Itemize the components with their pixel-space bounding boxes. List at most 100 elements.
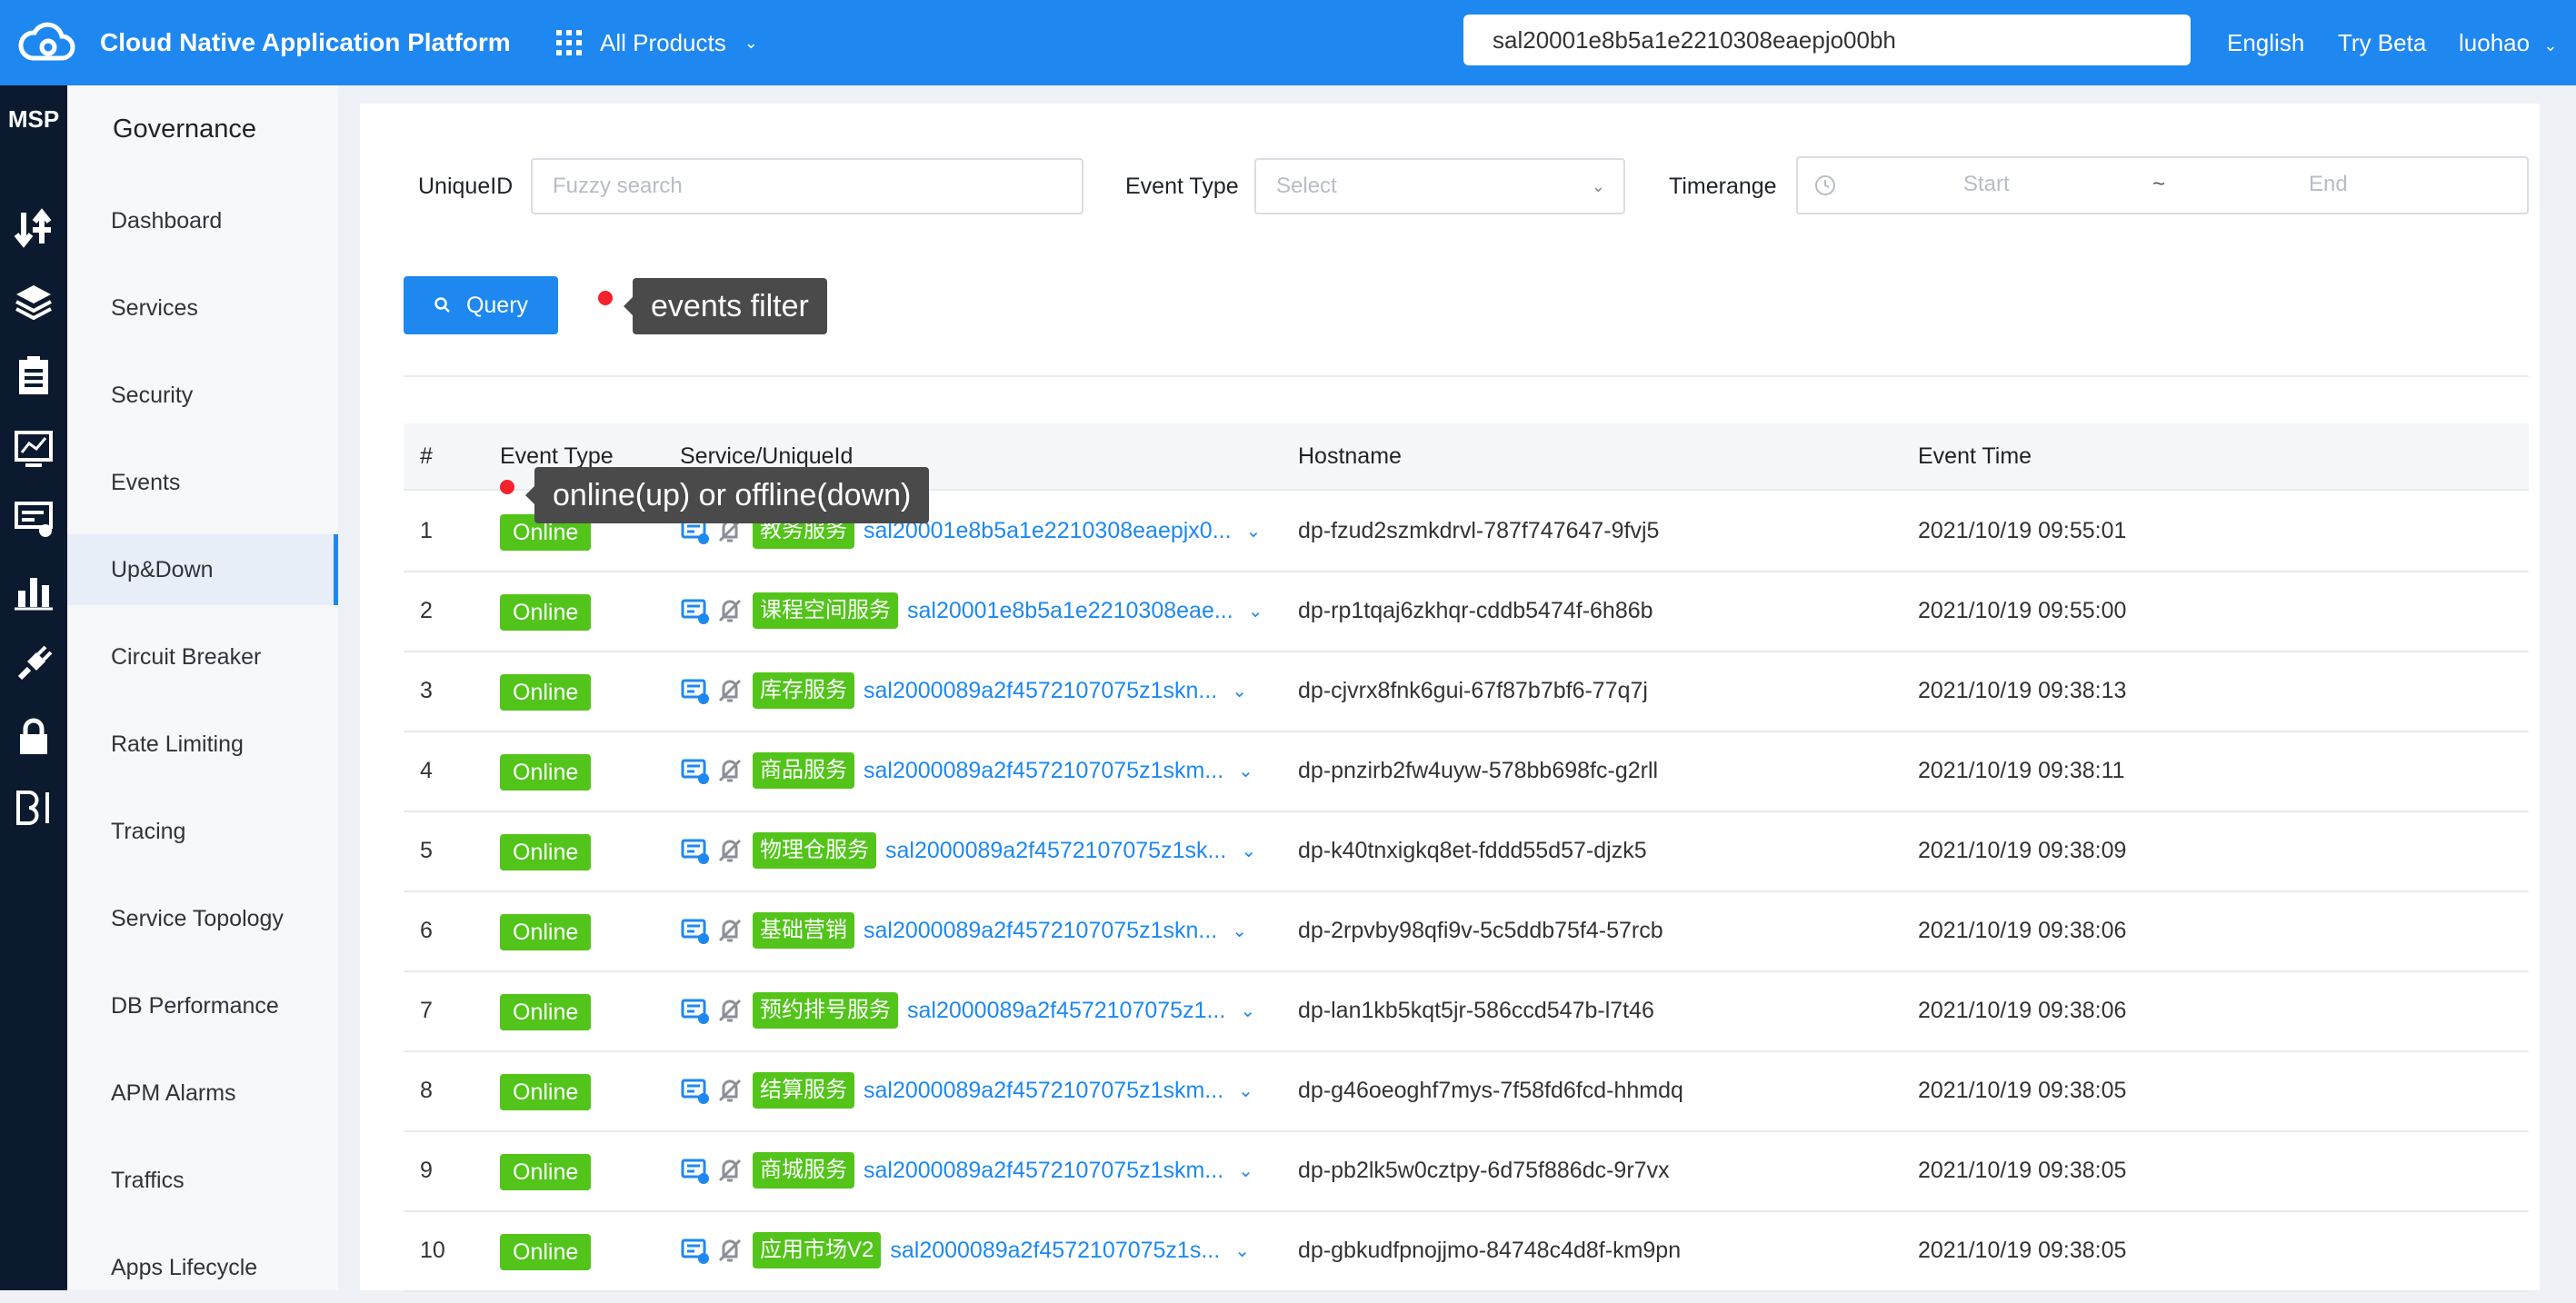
column-header-hostname: Hostname [1298,443,1402,469]
column-header-event-time: Event Time [1918,443,2032,469]
sidebar-item-traffics[interactable]: Traffics [67,1145,338,1216]
main-content: UniqueID Fuzzy search Event Type Select … [360,104,2540,1292]
bi-icon[interactable] [11,785,56,831]
mute-icon[interactable] [714,1235,745,1266]
sidebar-item-service-topology[interactable]: Service Topology [67,883,338,954]
msp-brand[interactable]: MSP [0,105,67,134]
sidebar-item-dashboard[interactable]: Dashboard [67,185,338,256]
service-card-icon[interactable] [680,675,711,706]
event-time-cell: 2021/10/19 09:38:06 [1918,998,2127,1023]
table-row: 10 Online 应用市场V2 sal2000089a2f4572107075z1s… [404,1210,2529,1292]
sidebar-item-apm-alarms[interactable]: APM Alarms [67,1058,338,1129]
unique-id-link[interactable]: sal2000089a2f4572107075z1skm... [864,1078,1223,1104]
service-card-icon[interactable] [680,995,711,1026]
event-time-cell: 2021/10/19 09:55:00 [1918,598,2127,623]
service-cell[interactable]: 预约排号服务 sal2000089a2f4572107075z1... ⌄ [680,970,1255,1050]
service-cell[interactable]: 应用市场V2 sal2000089a2f4572107075z1s... ⌄ [680,1210,1250,1290]
service-card-icon[interactable] [680,1075,711,1106]
timerange-label: Timerange [1669,174,1777,199]
service-cell[interactable]: 基础营销 sal2000089a2f4572107075z1skn... ⌄ [680,890,1247,970]
unique-id-link[interactable]: sal20001e8b5a1e2210308eae... [907,598,1233,624]
global-search-input[interactable]: sal20001e8b5a1e2210308eaepjo00bh [1463,15,2191,65]
all-products-menu[interactable]: All Products ⌄ [556,0,758,85]
clipboard-icon[interactable] [11,353,56,398]
message-icon[interactable] [11,496,56,542]
sidebar-item-up-down[interactable]: Up&Down [67,534,338,605]
sidebar-item-apps-lifecycle[interactable]: Apps Lifecycle [67,1232,338,1303]
app-title[interactable]: Cloud Native Application Platform [100,0,511,85]
chevron-down-icon[interactable]: ⌄ [1238,1159,1253,1182]
layers-icon[interactable] [11,280,56,325]
mute-icon[interactable] [714,835,745,866]
language-switch[interactable]: English [2227,0,2304,85]
chevron-down-icon[interactable]: ⌄ [1248,600,1263,622]
bar-chart-icon[interactable] [11,569,56,614]
event-type-select[interactable]: Select ⌄ [1254,158,1625,214]
start-date-input[interactable]: Start [1963,158,2010,211]
service-card-icon[interactable] [680,915,711,946]
transfer-icon[interactable] [11,205,56,251]
chevron-down-icon[interactable]: ⌄ [1238,760,1253,782]
service-cell[interactable]: 课程空间服务 sal20001e8b5a1e2210308eae... ⌄ [680,571,1263,651]
sidebar-item-tracing[interactable]: Tracing [67,796,338,867]
plug-icon[interactable] [11,642,56,687]
unique-id-link[interactable]: sal2000089a2f4572107075z1skn... [864,918,1217,944]
try-beta-link[interactable]: Try Beta [2338,0,2426,85]
user-menu[interactable]: luohao ⌄ [2459,0,2557,88]
service-cell[interactable]: 物理仓服务 sal2000089a2f4572107075z1sk... ⌄ [680,811,1256,890]
row-index: 1 [420,518,433,543]
status-badge: Online [500,1234,592,1270]
mute-icon[interactable] [714,1155,745,1186]
status-badge: Online [500,834,592,870]
unique-id-link[interactable]: sal2000089a2f4572107075z1skn... [864,678,1217,704]
sidebar-item-security[interactable]: Security [67,360,338,431]
monitor-icon[interactable] [11,425,56,471]
end-date-input[interactable]: End [2309,158,2348,211]
row-index: 5 [420,838,433,863]
mute-icon[interactable] [714,915,745,946]
mute-icon[interactable] [714,675,745,706]
uniqueid-search-input[interactable]: Fuzzy search [531,158,1083,214]
chevron-down-icon[interactable]: ⌄ [1232,920,1247,942]
service-cell[interactable]: 商品服务 sal2000089a2f4572107075z1skm... ⌄ [680,731,1253,811]
service-name-tag: 课程空间服务 [753,592,898,629]
all-products-label: All Products [600,28,726,56]
service-cell[interactable]: 商城服务 sal2000089a2f4572107075z1skm... ⌄ [680,1130,1253,1210]
unique-id-link[interactable]: sal2000089a2f4572107075z1s... [890,1238,1220,1264]
row-index: 4 [420,758,433,783]
sidebar-item-events[interactable]: Events [67,447,338,518]
chevron-down-icon[interactable]: ⌄ [1234,1239,1250,1262]
service-cell[interactable]: 结算服务 sal2000089a2f4572107075z1skm... ⌄ [680,1050,1253,1130]
sidebar-item-circuit-breaker[interactable]: Circuit Breaker [67,622,338,692]
query-button[interactable]: Query [404,276,558,334]
user-name: luohao [2459,29,2531,56]
service-card-icon[interactable] [680,595,711,626]
chevron-down-icon[interactable]: ⌄ [1232,680,1247,702]
lock-icon[interactable] [11,714,56,760]
status-badge: Online [500,994,592,1030]
service-card-icon[interactable] [680,755,711,786]
mute-icon[interactable] [714,755,745,786]
service-cell[interactable]: 库存服务 sal2000089a2f4572107075z1skn... ⌄ [680,651,1247,731]
sidebar-item-rate-limiting[interactable]: Rate Limiting [67,709,338,780]
timerange-picker[interactable]: Start ~ End [1796,156,2529,214]
service-card-icon[interactable] [680,1155,711,1186]
chevron-down-icon[interactable]: ⌄ [1238,1079,1253,1102]
sidebar-item-services[interactable]: Services [67,273,338,343]
mute-icon[interactable] [714,595,745,626]
sidebar-item-db-performance[interactable]: DB Performance [67,970,338,1041]
chevron-down-icon[interactable]: ⌄ [1246,520,1262,542]
chevron-down-icon[interactable]: ⌄ [1240,1000,1255,1022]
unique-id-link[interactable]: sal2000089a2f4572107075z1sk... [885,838,1226,864]
service-card-icon[interactable] [680,1235,711,1266]
mute-icon[interactable] [714,995,745,1026]
mute-icon[interactable] [714,1075,745,1106]
service-card-icon[interactable] [680,835,711,866]
row-index: 3 [420,678,433,703]
cloud-logo-icon[interactable] [18,18,76,65]
unique-id-link[interactable]: sal2000089a2f4572107075z1... [907,998,1225,1024]
unique-id-link[interactable]: sal2000089a2f4572107075z1skm... [864,758,1223,784]
unique-id-link[interactable]: sal2000089a2f4572107075z1skm... [864,1158,1223,1184]
chevron-down-icon[interactable]: ⌄ [1241,840,1256,862]
event-time-cell: 2021/10/19 09:38:05 [1918,1238,2127,1263]
